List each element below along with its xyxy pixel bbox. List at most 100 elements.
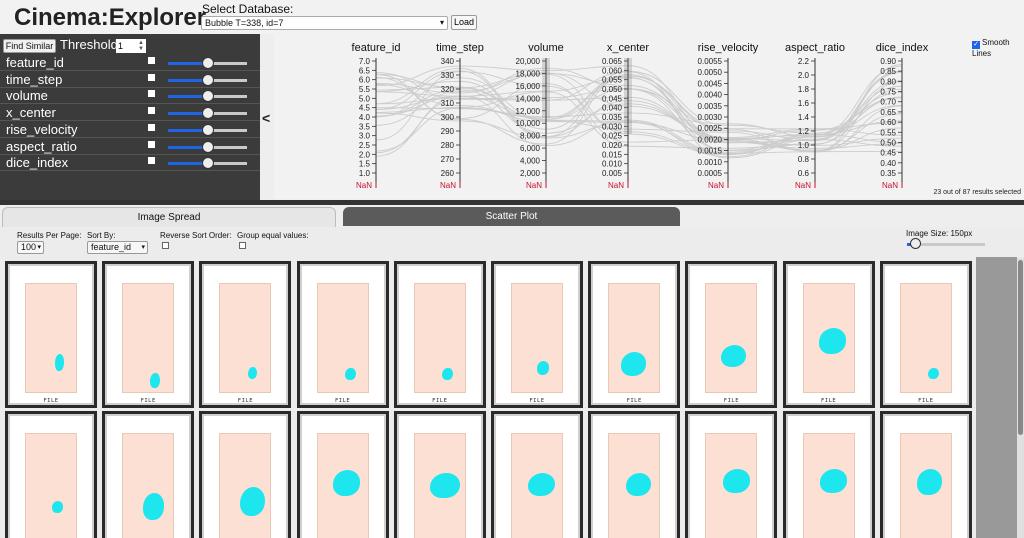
image-card[interactable] — [491, 411, 583, 538]
bubble-image[interactable] — [899, 433, 952, 538]
dimension-checkbox[interactable] — [148, 90, 155, 98]
bubble-image[interactable] — [122, 433, 175, 538]
bubble-image[interactable] — [608, 283, 661, 393]
axis-title[interactable]: feature_id — [352, 42, 401, 54]
axis-tick-label: 0.0045 — [698, 79, 723, 88]
image-card[interactable] — [296, 411, 389, 538]
tab-image-spread[interactable]: Image Spread — [2, 207, 336, 227]
pcp-result-line[interactable] — [375, 85, 903, 139]
dimension-slider-handle[interactable] — [201, 90, 214, 103]
axis-tick-label: 1.0 — [359, 169, 371, 178]
collapse-panel-button[interactable]: < — [262, 110, 270, 126]
dimension-slider-handle[interactable] — [201, 157, 214, 170]
threshold-input[interactable]: 1 ▲ ▼ — [116, 39, 146, 53]
pcp-result-line[interactable] — [375, 70, 903, 154]
bubble-image[interactable] — [25, 283, 77, 393]
image-size-slider-handle[interactable] — [910, 238, 922, 249]
grid-scrollbar-thumb[interactable] — [1018, 260, 1023, 435]
image-card[interactable]: FILE — [588, 261, 681, 408]
image-card[interactable]: FILE — [102, 261, 195, 408]
image-card[interactable] — [5, 411, 97, 538]
image-card[interactable]: FILE — [685, 261, 778, 408]
axis-tick-label: 320 — [441, 85, 455, 94]
axis-title[interactable]: x_center — [607, 42, 650, 54]
axis-tick-label: 0.0050 — [698, 68, 723, 77]
axis-title[interactable]: dice_index — [876, 42, 929, 54]
image-card[interactable] — [102, 411, 195, 538]
tab-scatter-plot[interactable]: Scatter Plot — [343, 207, 680, 226]
dimension-checkbox[interactable] — [148, 73, 155, 81]
axis-title[interactable]: rise_velocity — [698, 42, 759, 54]
bubble-image[interactable] — [802, 283, 855, 393]
dimension-slider-handle[interactable] — [201, 123, 214, 136]
axis-tick-label: 0.005 — [602, 169, 623, 178]
axis-brush[interactable] — [624, 58, 632, 134]
image-card[interactable]: FILE — [393, 261, 486, 408]
bubble-image[interactable] — [705, 433, 758, 538]
dimension-checkbox[interactable] — [148, 123, 155, 131]
axis-tick-label: 6.5 — [359, 66, 371, 75]
image-card[interactable]: FILE — [296, 261, 389, 408]
dimension-checkbox[interactable] — [148, 57, 155, 64]
spinner-arrows-icon[interactable]: ▲ ▼ — [138, 40, 144, 52]
bubble-image[interactable] — [413, 433, 466, 538]
dimension-slider-handle[interactable] — [201, 73, 214, 86]
bubble-image[interactable] — [608, 433, 661, 538]
smooth-lines-toggle[interactable]: ✓ Smooth Lines — [972, 38, 1024, 58]
image-frame — [882, 414, 969, 538]
find-similar-button[interactable]: Find Similar — [3, 39, 56, 53]
bubble-image[interactable] — [316, 433, 369, 538]
bubble-image[interactable] — [219, 433, 272, 538]
bubble-image[interactable] — [511, 283, 563, 393]
image-card[interactable] — [685, 411, 778, 538]
control-panel: Find Similar Threshold: 1 ▲ ▼ feature_id ti… — [0, 34, 260, 201]
image-card[interactable] — [199, 411, 292, 538]
checkmark-icon[interactable]: ✓ — [972, 41, 980, 49]
bubble-shape — [819, 469, 847, 493]
group-equal-checkbox[interactable] — [239, 242, 246, 249]
bubble-shape — [527, 472, 555, 497]
axis-title[interactable]: aspect_ratio — [785, 42, 845, 54]
dimension-checkbox[interactable] — [148, 107, 155, 115]
image-card[interactable] — [588, 411, 681, 538]
image-card[interactable] — [879, 411, 972, 538]
bubble-image[interactable] — [25, 433, 77, 538]
reverse-sort-checkbox[interactable] — [162, 242, 169, 249]
sort-by-select[interactable]: feature_id ▾ — [87, 241, 148, 254]
bubble-image[interactable] — [219, 283, 272, 393]
bubble-image[interactable] — [413, 283, 466, 393]
axis-tick-label: 1.5 — [359, 160, 371, 169]
file-label: FILE — [140, 398, 156, 404]
pcp-result-line[interactable] — [375, 71, 903, 154]
parallel-coordinates-plot[interactable]: feature_id 7.0 6.5 6.0 5.5 5.0 4.5 4.0 3.5 3.0 2.5… — [274, 34, 1024, 199]
bubble-shape — [536, 361, 550, 375]
axis-title[interactable]: volume — [528, 42, 563, 54]
panel-divider[interactable] — [0, 200, 1024, 205]
dimension-checkbox[interactable] — [148, 140, 155, 148]
image-card[interactable]: FILE — [199, 261, 292, 408]
image-card[interactable]: FILE — [879, 261, 972, 408]
database-select[interactable]: Bubble T=338, id=7 ▾ — [201, 16, 448, 30]
dimension-slider-handle[interactable] — [201, 140, 214, 153]
bubble-image[interactable] — [899, 283, 952, 393]
axis-title[interactable]: time_step — [436, 42, 484, 54]
bubble-shape — [720, 344, 746, 368]
axis-brush[interactable] — [542, 58, 550, 118]
dimension-slider-handle[interactable] — [201, 57, 214, 69]
bubble-image[interactable] — [316, 283, 369, 393]
dimension-slider-handle[interactable] — [201, 107, 214, 120]
image-card[interactable]: FILE — [491, 261, 583, 408]
image-card[interactable]: FILE — [5, 261, 97, 408]
bubble-image[interactable] — [511, 433, 563, 538]
results-per-page-select[interactable]: 100 ▾ — [17, 241, 44, 254]
dimension-checkbox[interactable] — [148, 157, 155, 165]
image-card[interactable] — [393, 411, 486, 538]
bubble-image[interactable] — [802, 433, 855, 538]
image-card[interactable] — [782, 411, 875, 538]
dimension-row: feature_id — [0, 54, 260, 71]
image-card[interactable]: FILE — [782, 261, 875, 408]
bubble-image[interactable] — [705, 283, 758, 393]
load-button[interactable]: Load — [451, 15, 477, 30]
parallel-coordinates-svg[interactable]: feature_id 7.06.56.05.55.04.54.03.53.02.5… — [274, 34, 1024, 199]
bubble-image[interactable] — [122, 283, 175, 393]
